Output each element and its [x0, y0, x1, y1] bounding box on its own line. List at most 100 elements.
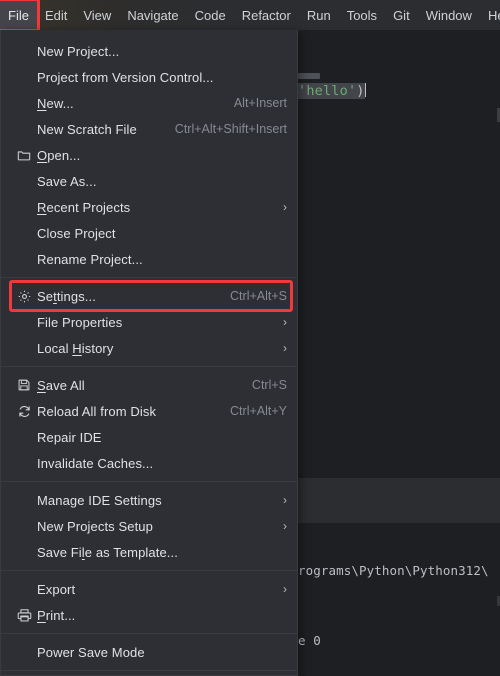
- menu-item-print[interactable]: Print...: [1, 602, 297, 628]
- menubar-item-help[interactable]: Help: [480, 0, 500, 30]
- menu-item-label: Manage IDE Settings: [37, 493, 271, 508]
- menubar-item-run[interactable]: Run: [299, 0, 339, 30]
- menu-item-recent-projects[interactable]: Recent Projects ›: [1, 194, 297, 220]
- menubar-item-refactor[interactable]: Refactor: [234, 0, 299, 30]
- menu-item-label: Invalidate Caches...: [37, 456, 287, 471]
- ide-window: 'hello') rograms\Python\Python312\ e 0 F…: [0, 0, 500, 676]
- chevron-right-icon: ›: [283, 519, 287, 533]
- menu-item-new[interactable]: New... Alt+Insert: [1, 90, 297, 116]
- menu-item-label: Save As...: [37, 174, 287, 189]
- menu-item-open[interactable]: Open...: [1, 142, 297, 168]
- menubar-item-label: Git: [393, 8, 410, 23]
- file-dropdown-menu: New Project... Project from Version Contr…: [0, 30, 298, 676]
- menu-item-save-as[interactable]: Save As...: [1, 168, 297, 194]
- menu-item-label: Rename Project...: [37, 252, 287, 267]
- menu-item-label: Close Project: [37, 226, 287, 241]
- refresh-icon: [11, 404, 37, 419]
- menu-item-label: Save All: [37, 378, 240, 393]
- menu-item-close-project[interactable]: Close Project: [1, 220, 297, 246]
- console-line-path: rograms\Python\Python312\: [298, 563, 489, 578]
- menu-item-label: File Properties: [37, 315, 271, 330]
- menubar-item-navigate[interactable]: Navigate: [119, 0, 186, 30]
- menu-item-shortcut: Ctrl+Alt+S: [230, 289, 287, 303]
- console-line-exit: e 0: [298, 633, 321, 648]
- menu-item-save-file-as-template[interactable]: Save File as Template...: [1, 539, 297, 565]
- menubar-item-git[interactable]: Git: [385, 0, 418, 30]
- menubar-item-window[interactable]: Window: [418, 0, 480, 30]
- menu-item-label: Power Save Mode: [37, 645, 287, 660]
- run-console-pane[interactable]: rograms\Python\Python312\ e 0: [298, 523, 500, 676]
- folder-icon: [11, 148, 37, 162]
- menubar-item-label: File: [8, 8, 29, 23]
- pane-divider-top[interactable]: [298, 478, 500, 479]
- chevron-right-icon: ›: [283, 315, 287, 329]
- menu-item-shortcut: Alt+Insert: [234, 96, 287, 110]
- menubar-item-label: Help: [488, 8, 500, 23]
- chevron-right-icon: ›: [283, 200, 287, 214]
- menu-item-label: Recent Projects: [37, 200, 271, 215]
- menubar-item-label: Navigate: [127, 8, 178, 23]
- menu-item-shortcut: Ctrl+Alt+Y: [230, 404, 287, 418]
- menubar-item-edit[interactable]: Edit: [37, 0, 75, 30]
- menu-separator: [1, 570, 297, 571]
- menu-item-manage-ide-settings[interactable]: Manage IDE Settings ›: [1, 487, 297, 513]
- menu-item-new-scratch-file[interactable]: New Scratch File Ctrl+Alt+Shift+Insert: [1, 116, 297, 142]
- code-line: 'hello'): [298, 83, 366, 99]
- menu-item-new-project[interactable]: New Project...: [1, 38, 297, 64]
- menu-item-shortcut: Ctrl+Alt+Shift+Insert: [175, 122, 287, 136]
- editor-pane[interactable]: 'hello'): [298, 30, 500, 478]
- menu-item-label: Export: [37, 582, 271, 597]
- text-caret: [365, 83, 366, 97]
- tool-window-band: [298, 478, 500, 522]
- breadcrumb-chip: [298, 73, 320, 79]
- menu-item-label: Project from Version Control...: [37, 70, 287, 85]
- menu-item-new-projects-setup[interactable]: New Projects Setup ›: [1, 513, 297, 539]
- menu-item-label: New Scratch File: [37, 122, 163, 137]
- floppy-icon: [11, 378, 37, 392]
- menu-separator: [1, 481, 297, 482]
- menu-item-label: New Projects Setup: [37, 519, 271, 534]
- menu-item-label: Settings...: [37, 289, 218, 304]
- menubar-item-label: Tools: [347, 8, 377, 23]
- menu-item-label: Print...: [37, 608, 287, 623]
- main-menubar: File Edit View Navigate Code Refactor Run Tools…: [0, 0, 500, 30]
- menubar-item-label: Run: [307, 8, 331, 23]
- menu-item-project-from-vcs[interactable]: Project from Version Control...: [1, 64, 297, 90]
- menu-item-rename-project[interactable]: Rename Project...: [1, 246, 297, 272]
- menu-separator: [1, 670, 297, 671]
- menu-item-save-all[interactable]: Save All Ctrl+S: [1, 372, 297, 398]
- menu-item-label: New Project...: [37, 44, 287, 59]
- menu-item-repair-ide[interactable]: Repair IDE: [1, 424, 297, 450]
- menubar-item-label: Refactor: [242, 8, 291, 23]
- chevron-right-icon: ›: [283, 493, 287, 507]
- menubar-item-label: Window: [426, 8, 472, 23]
- menu-item-power-save-mode[interactable]: Power Save Mode: [1, 639, 297, 665]
- menubar-item-file[interactable]: File: [0, 0, 37, 30]
- menu-item-label: Local History: [37, 341, 271, 356]
- menu-item-file-properties[interactable]: File Properties ›: [1, 309, 297, 335]
- code-string-literal: 'hello': [298, 83, 356, 99]
- chevron-right-icon: ›: [283, 582, 287, 596]
- menubar-item-tools[interactable]: Tools: [339, 0, 385, 30]
- menu-item-invalidate-caches[interactable]: Invalidate Caches...: [1, 450, 297, 476]
- chevron-right-icon: ›: [283, 341, 287, 355]
- menu-item-reload-all-from-disk[interactable]: Reload All from Disk Ctrl+Alt+Y: [1, 398, 297, 424]
- menu-item-export[interactable]: Export ›: [1, 576, 297, 602]
- menu-separator: [1, 366, 297, 367]
- menubar-item-code[interactable]: Code: [187, 0, 234, 30]
- printer-icon: [11, 608, 37, 623]
- menu-item-label: New...: [37, 96, 222, 111]
- menu-item-settings[interactable]: Settings... Ctrl+Alt+S: [1, 283, 297, 309]
- menubar-item-label: View: [83, 8, 111, 23]
- menu-separator: [1, 633, 297, 634]
- menu-item-label: Repair IDE: [37, 430, 287, 445]
- menu-item-local-history[interactable]: Local History ›: [1, 335, 297, 361]
- menu-item-label: Save File as Template...: [37, 545, 287, 560]
- menu-separator: [1, 277, 297, 278]
- menu-item-label: Open...: [37, 148, 287, 163]
- gear-icon: [11, 289, 37, 304]
- menu-item-label: Reload All from Disk: [37, 404, 218, 419]
- menu-item-shortcut: Ctrl+S: [252, 378, 287, 392]
- menubar-item-view[interactable]: View: [75, 0, 119, 30]
- menubar-item-label: Edit: [45, 8, 67, 23]
